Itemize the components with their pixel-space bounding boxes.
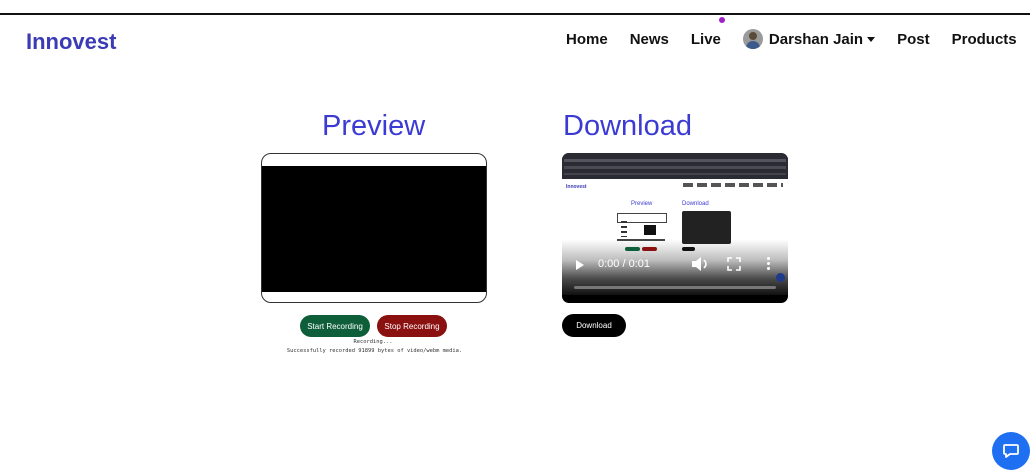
- top-border: [0, 13, 1030, 15]
- fullscreen-icon[interactable]: [727, 257, 741, 271]
- chat-icon: [1003, 444, 1019, 458]
- nav-home[interactable]: Home: [566, 31, 608, 48]
- user-name: Darshan Jain: [768, 30, 864, 48]
- brand-logo[interactable]: Innovest: [26, 29, 116, 55]
- preview-container: [261, 153, 487, 303]
- play-icon[interactable]: [576, 260, 584, 270]
- main-nav: Home News Live Darshan Jain Post Product…: [566, 16, 1017, 49]
- nav-live[interactable]: Live: [690, 16, 725, 48]
- video-frame-download-button: [682, 247, 695, 251]
- video-frame-video: [682, 211, 731, 244]
- live-indicator-dot: [718, 16, 725, 23]
- avatar: [742, 29, 763, 49]
- nav-news[interactable]: News: [630, 31, 669, 48]
- video-frame-thumbnail: [644, 225, 656, 235]
- video-frame-download-heading: Download: [682, 201, 709, 207]
- video-frame-chat-dot: [776, 273, 785, 282]
- start-recording-button[interactable]: Start Recording: [300, 315, 370, 337]
- video-progress-bar[interactable]: [574, 286, 776, 289]
- stop-recording-button[interactable]: Stop Recording: [377, 315, 447, 337]
- video-frame-nav: [683, 183, 783, 187]
- nav-post[interactable]: Post: [897, 31, 930, 48]
- preview-heading: Preview: [322, 110, 426, 142]
- video-frame-brand: Innovest: [566, 184, 587, 190]
- video-frame-stop-button: [642, 247, 657, 251]
- download-heading: Download: [563, 110, 692, 142]
- nav-products[interactable]: Products: [952, 31, 1017, 48]
- caret-down-icon: [867, 36, 876, 42]
- preview-video[interactable]: [262, 166, 486, 292]
- video-frame-content: Innovest Preview Download: [562, 179, 788, 295]
- video-time: 0:00 / 0:01: [598, 258, 650, 270]
- video-frame-start-button: [625, 247, 640, 251]
- video-frame-bar: [617, 239, 665, 241]
- download-video-player[interactable]: Innovest Preview Download 0:00 / 0:01: [562, 153, 788, 303]
- nav-live-label: Live: [690, 30, 721, 48]
- recording-result: Successfully recorded 91899 bytes of vid…: [286, 348, 463, 354]
- video-frame-preview-heading: Preview: [631, 201, 653, 207]
- more-options-icon[interactable]: [765, 257, 771, 271]
- download-button[interactable]: Download: [562, 314, 626, 337]
- recording-status: Recording...: [353, 339, 393, 345]
- volume-icon[interactable]: [690, 256, 710, 272]
- chat-button[interactable]: [992, 432, 1030, 470]
- video-frame-icon: [621, 221, 627, 237]
- user-menu[interactable]: Darshan Jain: [742, 29, 876, 49]
- video-frame-browser-bar: [562, 153, 788, 179]
